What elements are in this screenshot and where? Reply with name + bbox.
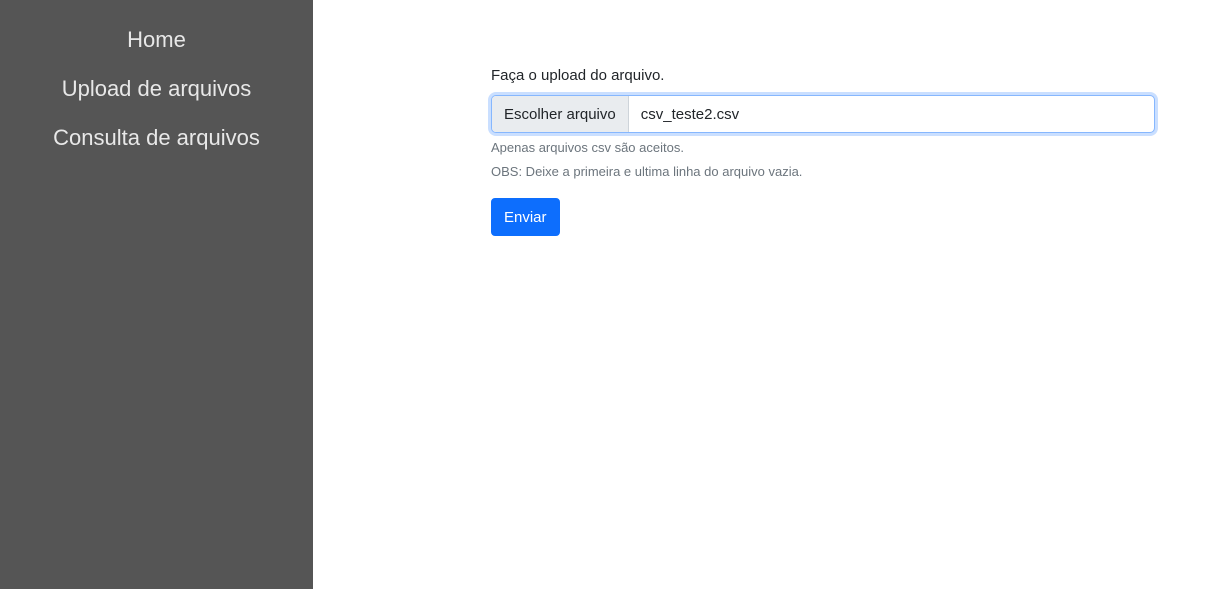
main-content: Faça o upload do arquivo. Escolher arqui… <box>313 0 1213 589</box>
choose-file-button[interactable]: Escolher arquivo <box>492 96 629 132</box>
sidebar-item-home[interactable]: Home <box>127 26 186 54</box>
submit-button[interactable]: Enviar <box>491 198 560 236</box>
sidebar: Home Upload de arquivos Consulta de arqu… <box>0 0 313 589</box>
help-text-csv-only: Apenas arquivos csv são aceitos. <box>491 140 684 155</box>
upload-label: Faça o upload do arquivo. <box>491 67 665 84</box>
file-input[interactable]: Escolher arquivo csv_teste2.csv <box>491 95 1155 133</box>
sidebar-item-upload[interactable]: Upload de arquivos <box>62 75 252 103</box>
sidebar-item-consulta[interactable]: Consulta de arquivos <box>53 124 260 152</box>
help-text-obs: OBS: Deixe a primeira e ultima linha do … <box>491 164 803 179</box>
upload-form: Faça o upload do arquivo. Escolher arqui… <box>491 66 1155 236</box>
selected-file-name: csv_teste2.csv <box>640 105 740 123</box>
app-layout: Home Upload de arquivos Consulta de arqu… <box>0 0 1213 589</box>
